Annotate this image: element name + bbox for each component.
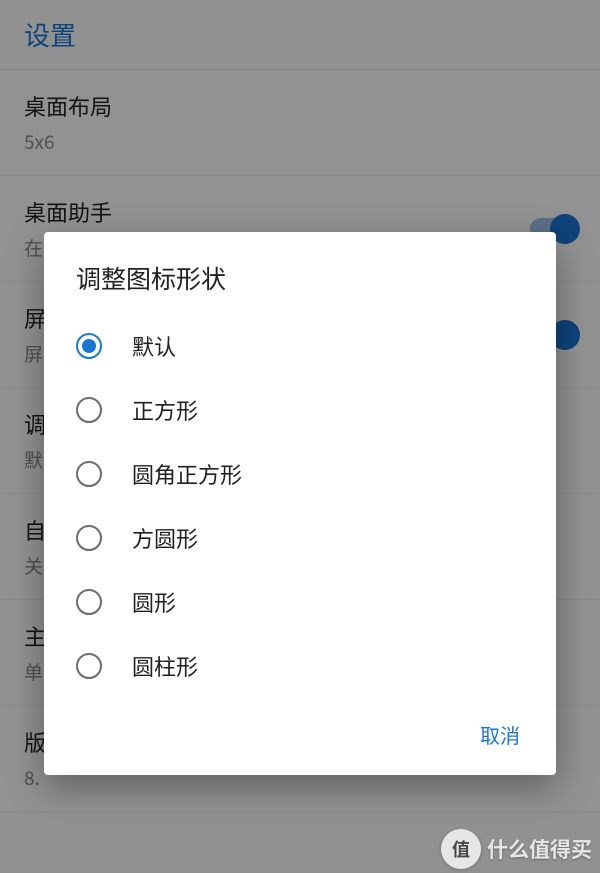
option-rounded-square[interactable]: 圆角正方形: [44, 442, 556, 506]
dialog-actions: 取消: [44, 698, 556, 769]
option-squircle[interactable]: 方圆形: [44, 506, 556, 570]
watermark: 值 什么值得买: [441, 829, 592, 869]
option-label: 圆形: [132, 586, 176, 618]
option-label: 圆柱形: [132, 650, 198, 682]
watermark-badge-icon: 值: [441, 829, 481, 869]
radio-icon: [76, 525, 102, 551]
option-square[interactable]: 正方形: [44, 378, 556, 442]
icon-shape-dialog: 调整图标形状 默认 正方形 圆角正方形 方圆形 圆形 圆柱形 取消: [44, 232, 556, 775]
option-default[interactable]: 默认: [44, 314, 556, 378]
option-label: 默认: [132, 330, 176, 362]
radio-icon: [76, 333, 102, 359]
radio-icon: [76, 589, 102, 615]
option-label: 圆角正方形: [132, 458, 242, 490]
option-label: 方圆形: [132, 522, 198, 554]
radio-icon: [76, 653, 102, 679]
radio-icon: [76, 397, 102, 423]
option-cylinder[interactable]: 圆柱形: [44, 634, 556, 698]
radio-icon: [76, 461, 102, 487]
option-circle[interactable]: 圆形: [44, 570, 556, 634]
dialog-title: 调整图标形状: [44, 232, 556, 314]
option-label: 正方形: [132, 394, 198, 426]
cancel-button[interactable]: 取消: [466, 712, 534, 757]
watermark-text: 什么值得买: [487, 834, 592, 864]
